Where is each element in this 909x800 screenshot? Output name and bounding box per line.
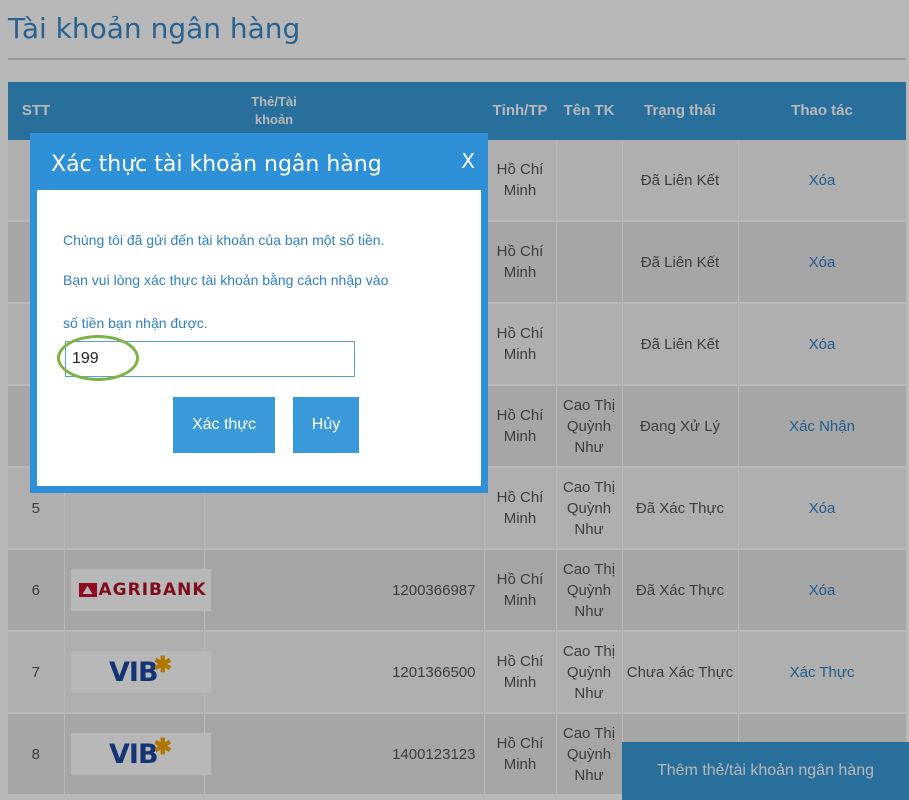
verify-account-dialog: Xác thực tài khoản ngân hàng X Chúng tôi… (30, 133, 488, 493)
dialog-message-line2: Bạn vui lòng xác thực tài khoản bằng các… (63, 272, 389, 288)
dialog-message-line1: Chúng tôi đã gửi đến tài khoản của bạn m… (63, 232, 385, 248)
dialog-title: Xác thực tài khoản ngân hàng (51, 152, 382, 177)
amount-input[interactable] (65, 341, 355, 377)
close-icon[interactable]: X (461, 149, 475, 173)
dialog-header: Xác thực tài khoản ngân hàng X (37, 140, 481, 190)
dialog-message-line3: số tiền bạn nhận được. (63, 315, 208, 331)
cancel-button[interactable]: Hủy (293, 397, 359, 453)
verify-button[interactable]: Xác thực (173, 397, 275, 453)
